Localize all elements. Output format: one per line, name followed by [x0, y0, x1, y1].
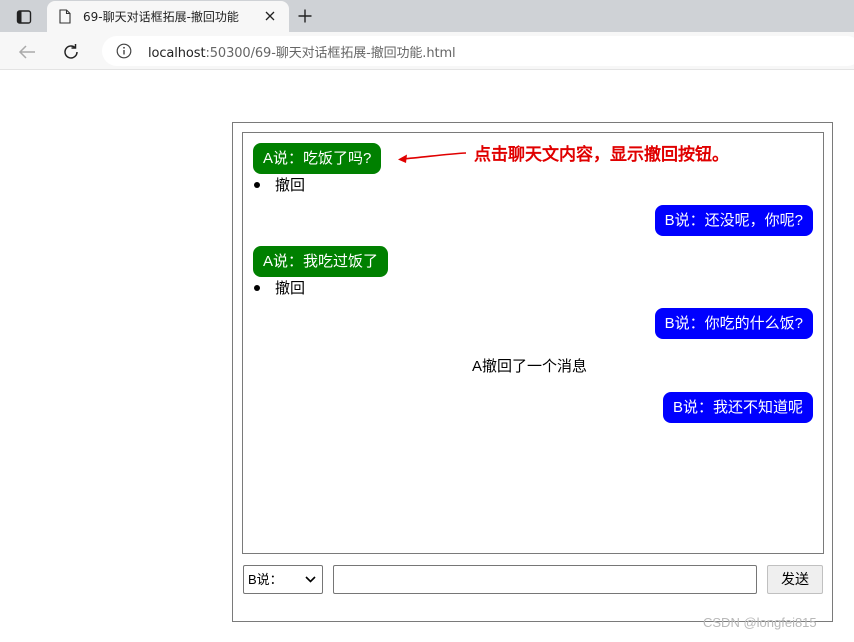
bullet-icon	[254, 182, 260, 189]
reload-button[interactable]	[60, 41, 82, 63]
annotation-text: 点击聊天文内容，显示撤回按钮。	[474, 145, 729, 165]
tab-actions-icon	[16, 10, 32, 24]
message-input[interactable]	[333, 565, 757, 594]
browser-tab[interactable]: 69-聊天对话框拓展-撤回功能	[47, 1, 289, 32]
speaker-select-value: B说：	[248, 572, 283, 587]
tab-title: 69-聊天对话框拓展-撤回功能	[83, 10, 239, 24]
info-icon[interactable]	[116, 43, 132, 59]
browser-toolbar: localhost:50300/69-聊天对话框拓展-撤回功能.html	[0, 32, 854, 70]
arrow-left-icon	[18, 45, 35, 59]
tab-actions-button[interactable]	[8, 5, 40, 29]
new-tab-button[interactable]	[294, 5, 316, 27]
message-b-2[interactable]: B说：你吃的什么饭?	[654, 308, 813, 339]
message-b-1[interactable]: B说：还没呢，你呢?	[654, 205, 813, 236]
annotation-arrow-icon	[398, 152, 467, 163]
page-icon	[59, 9, 73, 25]
plus-icon	[298, 9, 312, 23]
message-a-1[interactable]: A说：吃饭了吗?	[253, 143, 382, 174]
recall-label: 撤回	[275, 177, 306, 194]
url-text[interactable]: localhost:50300/69-聊天对话框拓展-撤回功能.html	[148, 42, 456, 61]
url-path: :50300/69-聊天对话框拓展-撤回功能.html	[205, 45, 456, 61]
recall-button[interactable]: 撤回	[254, 279, 305, 299]
address-bar[interactable]: localhost:50300/69-聊天对话框拓展-撤回功能.html	[102, 36, 854, 66]
recall-button[interactable]: 撤回	[254, 176, 305, 196]
message-a-2[interactable]: A说：我吃过饭了	[253, 246, 389, 277]
chat-log[interactable]: A说：吃饭了吗? 撤回 B说：还没呢，你呢? A说：我吃过饭了 撤回 B说：你吃…	[242, 132, 824, 554]
reload-icon	[64, 44, 78, 59]
watermark: CSDN @longfei815	[703, 615, 817, 630]
back-button[interactable]	[16, 41, 38, 63]
tab-bar: 69-聊天对话框拓展-撤回功能	[0, 0, 854, 32]
url-host: localhost	[148, 45, 206, 61]
chevron-down-icon	[305, 576, 316, 583]
recall-label: 撤回	[275, 280, 306, 297]
bullet-icon	[254, 285, 260, 292]
recall-notice: A撤回了一个消息	[472, 358, 588, 375]
close-tab-icon[interactable]	[263, 9, 277, 23]
speaker-select[interactable]: B说：	[243, 565, 323, 594]
send-button[interactable]: 发送	[767, 565, 823, 594]
message-b-3[interactable]: B说：我还不知道呢	[662, 392, 813, 423]
